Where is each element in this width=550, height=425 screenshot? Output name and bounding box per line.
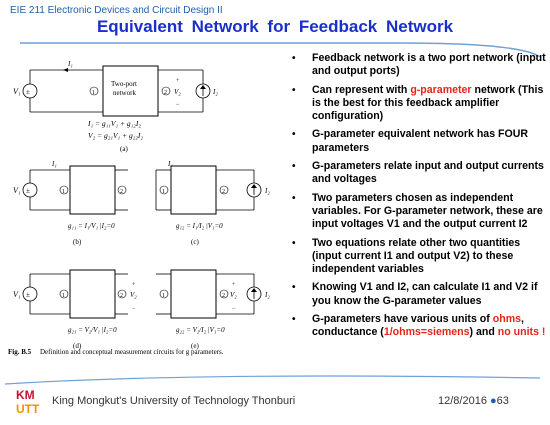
slide-date: 12/8/2016 (438, 395, 487, 407)
slide-title: Equivalent Network for Feedback Network (96, 17, 454, 36)
svg-text:V₁: V₁ (13, 290, 21, 299)
g21-definition: g₂₁ = V₂/V₁ |I₂=0 (68, 326, 117, 334)
svg-text:KM: KM (16, 388, 35, 402)
figure-caption: Definition and conceptual measurement ci… (40, 348, 224, 356)
svg-text:UTT: UTT (16, 402, 40, 416)
kmutt-logo: KM UTT (16, 388, 40, 416)
course-title: EIE 211 Electronic Devices and Circuit D… (10, 5, 223, 16)
svg-text:+: + (232, 282, 236, 288)
svg-text:1: 1 (162, 189, 165, 195)
svg-text:2: 2 (120, 189, 123, 195)
g11-definition: g₁₁ = I₁/V₁ |I₂=0 (68, 222, 115, 230)
label-c: (c) (191, 238, 199, 246)
svg-text:V₂: V₂ (174, 88, 181, 96)
bullet-item: • Knowing V1 and I2, can calculate I1 and… (292, 281, 538, 307)
g-parameter-figure: ± V₁ I₁ Two-port network 1 2 I₂ + V₂ − I… (8, 60, 270, 356)
svg-text:1: 1 (62, 189, 65, 195)
equation-2: V₂ = g₂₁V₁ + g₂₂I₂ (88, 131, 143, 140)
svg-text:V₁: V₁ (13, 186, 21, 195)
svg-text:V₂: V₂ (230, 291, 237, 299)
footer-rule (4, 375, 541, 385)
bullet-item: • Two parameters chosen as independent va… (292, 191, 543, 231)
bullet-item: • G-parameter equivalent network has FOUR… (292, 128, 529, 154)
two-port-label-2: network (113, 89, 136, 97)
svg-text:V₁: V₁ (13, 87, 21, 96)
label-b: (b) (73, 238, 82, 246)
svg-text:2: 2 (222, 293, 225, 299)
circuit-c: I₁ 1 2 I₂ g₁₂ = I₁/I₂ |V₁=0 (c) (155, 160, 270, 246)
svg-text:2: 2 (120, 293, 123, 299)
bullet-dot-icon: ● (490, 395, 497, 407)
svg-text:+: + (176, 78, 180, 84)
svg-text:I₂: I₂ (264, 187, 270, 195)
svg-text:1: 1 (162, 293, 165, 299)
svg-text:±: ± (26, 291, 30, 299)
circuit-a: ± V₁ I₁ Two-port network 1 2 I₂ + V₂ − I… (13, 60, 218, 153)
footer-date-page: 12/8/2016 ●63 (438, 395, 509, 407)
circuit-b: ± V₁ I₁ 1 2 g₁₁ = I₁/V₁ |I₂=0 (b) (13, 160, 128, 246)
svg-text:−: − (132, 306, 136, 312)
bullet-item: • Feedback network is a two port network … (292, 52, 546, 78)
svg-text:1: 1 (62, 293, 65, 299)
svg-text:±: ± (26, 187, 30, 195)
svg-text:−: − (176, 102, 180, 108)
figure-caption-number: Fig. B.5 (8, 348, 32, 356)
page-number: 63 (496, 395, 509, 407)
svg-text:1: 1 (92, 90, 95, 96)
svg-text:2: 2 (164, 90, 167, 96)
two-port-label-1: Two-port (111, 80, 137, 88)
svg-text:2: 2 (222, 189, 225, 195)
g22-definition: g₂₂ = V₂/I₂ |V₁=0 (176, 326, 225, 334)
svg-text:I₁: I₁ (67, 60, 73, 68)
bullet-item: • Two equations relate other two quantiti… (292, 236, 521, 276)
svg-text:−: − (232, 306, 236, 312)
circuit-d: ± V₁ 1 2 + V₂ − g₂₁ = V₂/V₁ |I₂=0 (d) (13, 269, 137, 350)
svg-text:I₂: I₂ (264, 291, 270, 299)
university-name: King Mongkut's University of Technology … (52, 395, 296, 407)
g12-definition: g₁₂ = I₁/I₂ |V₁=0 (176, 222, 223, 230)
svg-text:V₂: V₂ (130, 291, 137, 299)
circuit-e: 1 2 I₂ + V₂ − g₂₂ = V₂/I₂ |V₁=0 (e) (156, 269, 270, 350)
bullet-list: • Feedback network is a two port network … (292, 52, 550, 372)
label-a: (a) (120, 145, 128, 153)
bullet-item: • Can represent with g-parameter network … (292, 83, 544, 123)
svg-text:+: + (132, 282, 136, 288)
svg-text:I₁: I₁ (51, 160, 57, 168)
svg-text:I₂: I₂ (212, 88, 218, 96)
bullet-item: • G-parameters relate input and output cu… (292, 160, 544, 186)
equation-1: I₁ = g₁₁V₁ + g₁₂I₂ (87, 119, 141, 128)
bullet-item: • G-parameters have various units of ohms… (292, 313, 546, 339)
svg-text:±: ± (26, 88, 30, 96)
